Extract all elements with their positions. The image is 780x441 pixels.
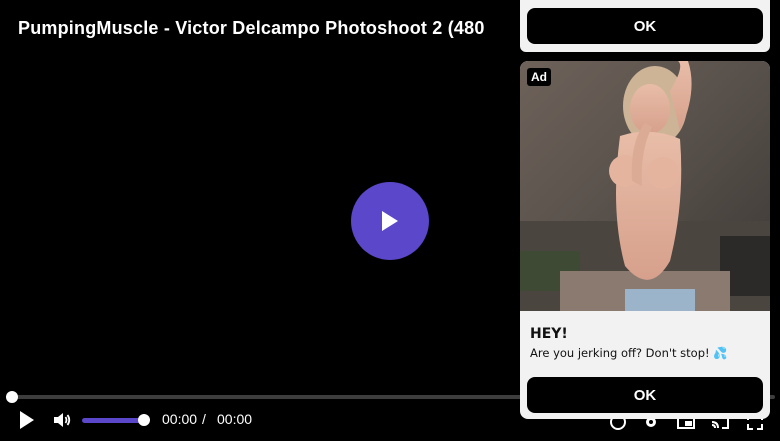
ad-top-ok-button[interactable]: OK [527, 8, 763, 44]
duration: 00:00 [217, 411, 253, 427]
ad-ok-button[interactable]: OK [527, 377, 763, 413]
volume-handle[interactable] [138, 414, 150, 426]
volume-slider[interactable] [82, 418, 145, 423]
ad-top-panel: OK [520, 0, 770, 52]
volume-button[interactable] [50, 408, 74, 432]
ad-body-text: Are you jerking off? Don't stop! 💦 [530, 346, 728, 360]
time-separator: / [202, 411, 206, 427]
progress-handle[interactable] [6, 391, 18, 403]
ad-image[interactable]: Ad [520, 61, 770, 311]
ad-badge: Ad [527, 68, 551, 86]
ad-headline: HEY! [530, 326, 568, 342]
volume-icon [54, 413, 71, 427]
current-time: 00:00 [162, 411, 198, 427]
ad-photo-placeholder [520, 61, 770, 311]
play-icon [20, 411, 34, 429]
play-button[interactable] [14, 408, 40, 432]
video-title: PumpingMuscle - Victor Delcampo Photosho… [18, 18, 485, 38]
play-icon [382, 211, 398, 231]
big-play-button[interactable] [351, 182, 429, 260]
ad-card[interactable]: Ad HEY! Are you jerking off? Don't stop!… [520, 61, 770, 419]
